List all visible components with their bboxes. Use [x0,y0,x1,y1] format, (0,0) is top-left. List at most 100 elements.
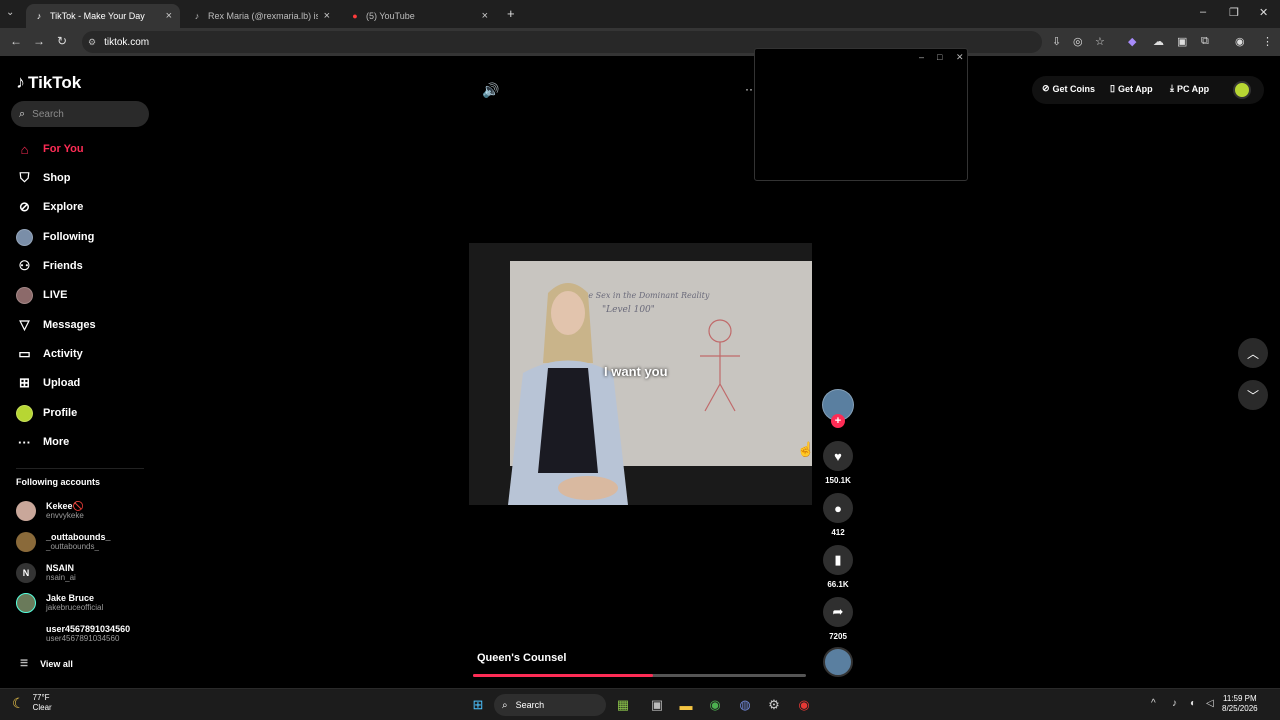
account-item[interactable]: _outtabounds_ _outtabounds_ [16,529,111,555]
avatar [16,624,36,644]
sidebar-item-following[interactable]: Following [16,226,94,248]
extension-icon[interactable]: ◆ [1128,35,1136,48]
account-handle: user4567891034560 [46,634,120,643]
tab-search-icon[interactable]: ⌄ [6,7,14,18]
url-text: tiktok.com [104,36,150,48]
like-button[interactable]: ♥ [823,441,853,471]
back-icon[interactable]: ← [10,34,22,48]
task-view-icon[interactable]: ▣ [648,696,666,714]
sidebar-item-upload[interactable]: ⊞ Upload [16,372,80,394]
view-all-button[interactable]: ☰ View all [20,658,73,669]
minimize-icon[interactable]: – [919,52,924,62]
close-icon[interactable]: × [482,10,488,22]
site-info-icon[interactable]: ⚙ [88,37,96,48]
taskbar-search[interactable]: ⌕ Search [494,694,606,716]
heart-icon: ♥ [834,448,842,464]
close-window-icon[interactable]: ✕ [1259,6,1268,19]
tab-rexmaria[interactable]: ♪ Rex Maria (@rexmaria.lb) is LIVE × [184,4,338,28]
send-icon: ▽ [19,317,30,332]
widget-icon[interactable]: ▦ [614,696,632,714]
windows-start-icon[interactable]: ⊞ [469,696,487,714]
avatar [16,532,36,552]
tiktok-logo[interactable]: ♪ TikTok [16,72,81,93]
tab-title: Rex Maria (@rexmaria.lb) is LIVE [208,11,318,21]
weather-widget[interactable]: ☾ 77°F Clear [12,693,52,713]
chrome-icon[interactable]: ◉ [795,696,813,714]
volume-icon[interactable]: 🔊 [482,82,499,99]
microphone-icon[interactable]: ♪ [1172,698,1177,709]
sidebar-item-more[interactable]: ··· More [16,431,69,453]
pc-app-button[interactable]: ⤓ PC App [1170,83,1209,94]
close-icon[interactable]: ✕ [956,52,964,63]
sidebar-item-profile[interactable]: Profile [16,402,77,424]
chevron-up-icon[interactable]: ^ [1151,698,1156,709]
logo-text: TikTok [28,72,82,92]
sidebar-item-friends[interactable]: ⚇ Friends [16,255,83,277]
music-disc-avatar[interactable] [823,647,853,677]
account-item[interactable]: Kekee🚫 envvykeke [16,498,84,524]
lens-icon[interactable]: ◎ [1073,35,1083,48]
sidebar-item-shop[interactable]: ⛉ Shop [16,167,71,189]
chevron-down-icon: ﹀ [1246,388,1259,403]
sidebar-item-explore[interactable]: ⊘ Explore [16,196,83,218]
close-icon[interactable]: × [166,10,172,22]
scroll-up-button[interactable]: ︿ [1238,338,1268,368]
forward-icon[interactable]: → [33,34,45,48]
maximize-icon[interactable]: □ [937,52,942,62]
user-avatar[interactable] [1233,81,1251,99]
more-options-icon[interactable]: ·· [745,82,753,96]
sidebar-item-label: Messages [43,319,96,331]
account-item[interactable]: N NSAIN nsain_ai [16,560,76,586]
restore-icon[interactable]: ❐ [1229,6,1239,19]
tiktok-icon: ♪ [16,72,25,92]
get-app-button[interactable]: ▯ Get App [1110,83,1153,94]
account-item[interactable]: Jake Bruce jakebruceofficial [16,590,103,616]
sidebar-item-activity[interactable]: ▭ Activity [16,343,83,365]
volume-icon[interactable]: ◁ [1206,698,1214,709]
discord-icon[interactable]: ◍ [736,696,754,714]
get-coins-button[interactable]: ⊘ Get Coins [1042,83,1095,94]
comment-button[interactable]: ● [823,493,853,523]
new-tab-button[interactable]: + [507,6,515,21]
bookmark-star-icon[interactable]: ☆ [1095,35,1105,48]
reload-icon[interactable]: ↻ [57,34,67,48]
menu-icon[interactable]: ⋮ [1262,35,1273,48]
sidebar-item-messages[interactable]: ▽ Messages [16,314,96,336]
profile-icon[interactable]: ◉ [1235,35,1245,48]
tab-youtube[interactable]: ● (5) YouTube × [342,4,496,28]
compass-icon: ⊘ [19,199,30,214]
tab-tiktok[interactable]: ♪ TikTok - Make Your Day × [26,4,180,28]
extension-icon[interactable]: ☁ [1153,35,1164,48]
follow-plus-icon[interactable]: + [831,414,845,428]
sidebar-item-label: Activity [43,348,83,360]
network-icon[interactable]: ◐ [1190,698,1196,709]
install-icon[interactable]: ⇩ [1052,35,1061,48]
avatar [16,593,36,613]
tiktok-icon: ♪ [194,11,200,21]
tab-title: TikTok - Make Your Day [50,11,145,21]
clock[interactable]: 11:59 PM 8/25/2026 [1222,694,1258,714]
app-icon[interactable]: ⚙ [765,696,783,714]
clock-time: 11:59 PM [1222,694,1257,703]
sidebar-item-label: Profile [43,407,78,419]
chrome-icon[interactable]: ◉ [706,696,724,714]
sidebar-item-label: Explore [43,201,84,213]
share-button[interactable]: ➦ [823,597,853,627]
chevron-up-icon: ︿ [1246,346,1259,361]
scroll-down-button[interactable]: ﹀ [1238,380,1268,410]
shopping-bag-icon: ⛉ [19,170,30,185]
save-button[interactable]: ▮ [823,545,853,575]
video-progress-bar[interactable] [473,674,806,677]
extension-icon[interactable]: ▣ [1177,35,1187,48]
account-item[interactable]: user4567891034560 user4567891034560 [16,621,130,647]
minimize-icon[interactable]: – [1200,6,1206,18]
avatar [16,404,33,422]
sidebar-item-label: LIVE [43,289,68,301]
close-icon[interactable]: × [324,10,330,22]
sidebar-item-live[interactable]: LIVE [16,284,67,306]
list-icon: ☰ [20,658,29,668]
sidebar-item-for-you[interactable]: ⌂ For You [16,138,84,160]
puzzle-icon[interactable]: ⧉ [1201,35,1209,48]
search-input[interactable]: ⌕ Search [11,101,149,127]
file-explorer-icon[interactable]: ▬ [677,696,695,714]
